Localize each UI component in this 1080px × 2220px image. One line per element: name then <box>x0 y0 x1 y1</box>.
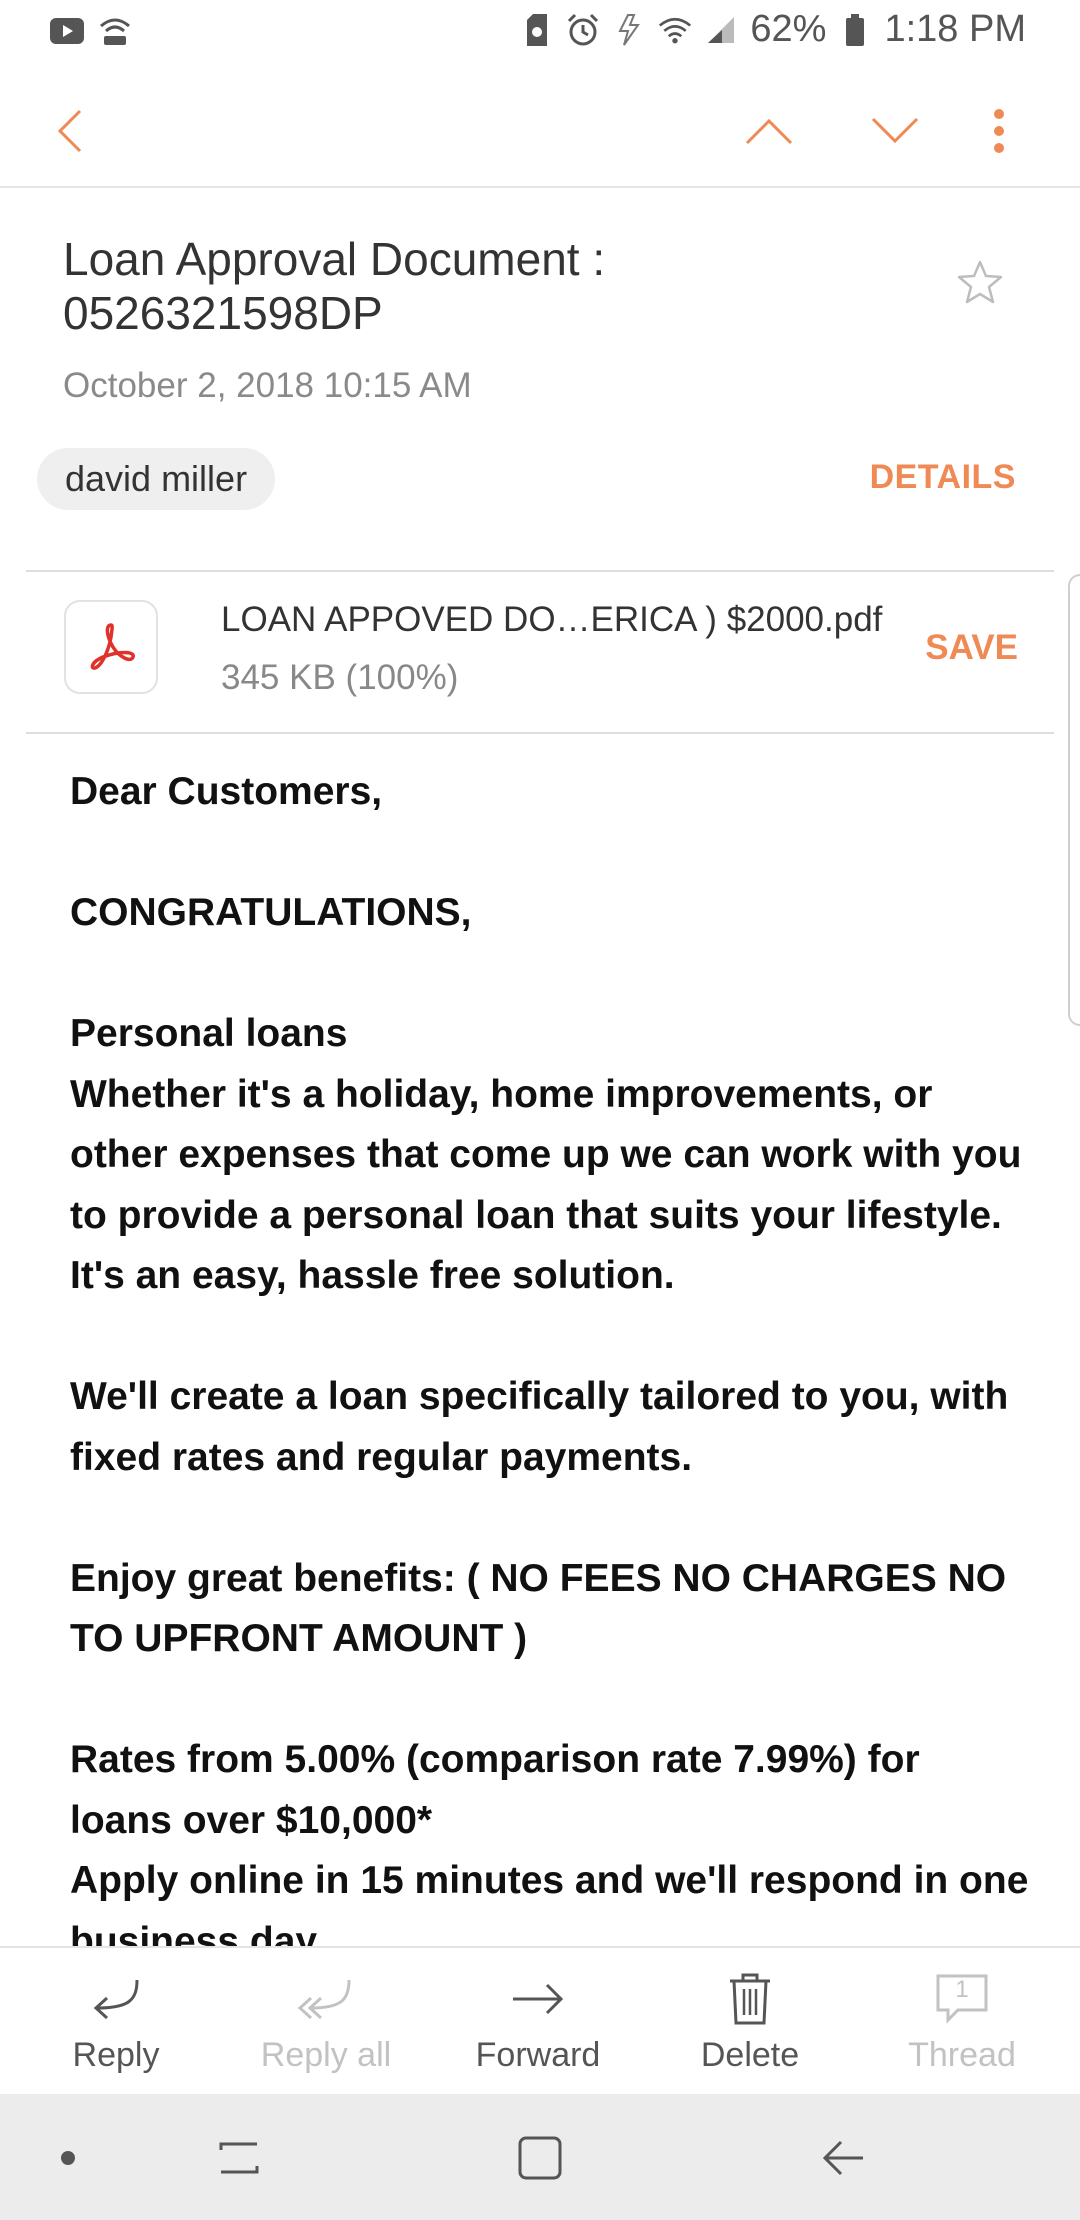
greeting: Dear Customers, <box>70 770 383 813</box>
clock: 1:18 PM <box>884 8 1026 50</box>
paragraph-2: We'll create a loan specifically tailore… <box>70 1375 1009 1479</box>
reply-all-button[interactable]: Reply all <box>226 1968 426 2075</box>
nav-dot-button[interactable] <box>38 2130 98 2186</box>
email-subject: Loan Approval Document : 0526321598DP <box>63 233 606 339</box>
recents-button[interactable] <box>210 2130 270 2186</box>
hotspot-icon <box>98 14 132 48</box>
wifi-icon <box>658 13 692 47</box>
attachment-size: 345 KB (100%) <box>221 658 459 697</box>
status-left-icons <box>50 14 132 48</box>
next-email-button[interactable] <box>860 96 930 166</box>
reply-label: Reply <box>72 2036 160 2074</box>
home-button[interactable] <box>510 2130 570 2186</box>
section-title: Personal loans <box>70 1012 348 1055</box>
forward-label: Forward <box>475 2036 601 2074</box>
reply-icon <box>93 1979 139 2020</box>
save-attachment-button[interactable]: SAVE <box>925 628 1018 668</box>
delete-label: Delete <box>700 2036 800 2074</box>
pdf-icon <box>64 600 158 694</box>
back-arrow-icon <box>822 2140 863 2176</box>
action-toolbar: Reply Reply all Forward Delete 1 Thread <box>0 1946 1080 2096</box>
chevron-left-icon <box>57 109 82 153</box>
email-body: Dear Customers, CONGRATULATIONS, Persona… <box>70 762 1030 1946</box>
thread-count: 1 <box>955 1976 969 2003</box>
youtube-icon <box>50 14 84 48</box>
back-button[interactable] <box>36 96 106 166</box>
star-button[interactable] <box>955 258 1015 318</box>
sim-icon <box>520 13 554 47</box>
navigation-bar <box>0 2094 1080 2220</box>
attachment-row[interactable]: LOAN APPOVED DO…ERICA ) $2000.pdf 345 KB… <box>26 570 1054 734</box>
more-vert-icon <box>994 109 1004 153</box>
paragraph-1: Whether it's a holiday, home improvement… <box>70 1072 1022 1298</box>
recents-icon <box>219 2142 259 2174</box>
data-saver-icon <box>612 13 646 47</box>
battery-percent: 62% <box>750 8 827 50</box>
battery-icon <box>838 13 872 47</box>
delete-button[interactable]: Delete <box>650 1968 850 2075</box>
star-icon <box>957 260 1003 304</box>
reply-all-label: Reply all <box>260 2036 392 2074</box>
status-right-icons: 62% 1:18 PM <box>520 8 1026 51</box>
reply-all-icon <box>297 1979 351 2020</box>
status-bar: 62% 1:18 PM <box>0 0 1080 70</box>
congrats-heading: CONGRATULATIONS, <box>70 891 472 934</box>
email-date: October 2, 2018 10:15 AM <box>63 366 472 405</box>
home-icon <box>518 2136 562 2180</box>
paragraph-3: Enjoy great benefits: ( NO FEES NO CHARG… <box>70 1556 1007 1661</box>
previous-email-button[interactable] <box>734 96 804 166</box>
details-button[interactable]: DETAILS <box>870 458 1016 497</box>
alarm-icon <box>566 13 600 47</box>
signal-icon <box>704 13 738 47</box>
reply-button[interactable]: Reply <box>16 1968 216 2075</box>
forward-icon <box>513 1983 564 2015</box>
thread-label: Thread <box>908 2036 1016 2074</box>
trash-icon <box>730 1973 770 2025</box>
back-nav-button[interactable] <box>814 2130 874 2186</box>
forward-button[interactable]: Forward <box>438 1968 638 2075</box>
attachment-name: LOAN APPOVED DO…ERICA ) $2000.pdf <box>221 600 883 639</box>
scroll-handle[interactable] <box>1068 574 1080 1026</box>
app-bar <box>0 70 1080 188</box>
chevron-down-icon <box>871 117 919 144</box>
dot-icon <box>61 2151 75 2165</box>
paragraph-4a: Rates from 5.00% (comparison rate 7.99%)… <box>70 1738 920 1842</box>
chevron-up-icon <box>745 118 793 145</box>
sender-chip[interactable]: david miller <box>37 448 276 510</box>
paragraph-4b: Apply online in 15 minutes and we'll res… <box>70 1859 1029 1946</box>
thread-button[interactable]: 1 Thread <box>862 1968 1062 2075</box>
more-options-button[interactable] <box>964 96 1034 166</box>
